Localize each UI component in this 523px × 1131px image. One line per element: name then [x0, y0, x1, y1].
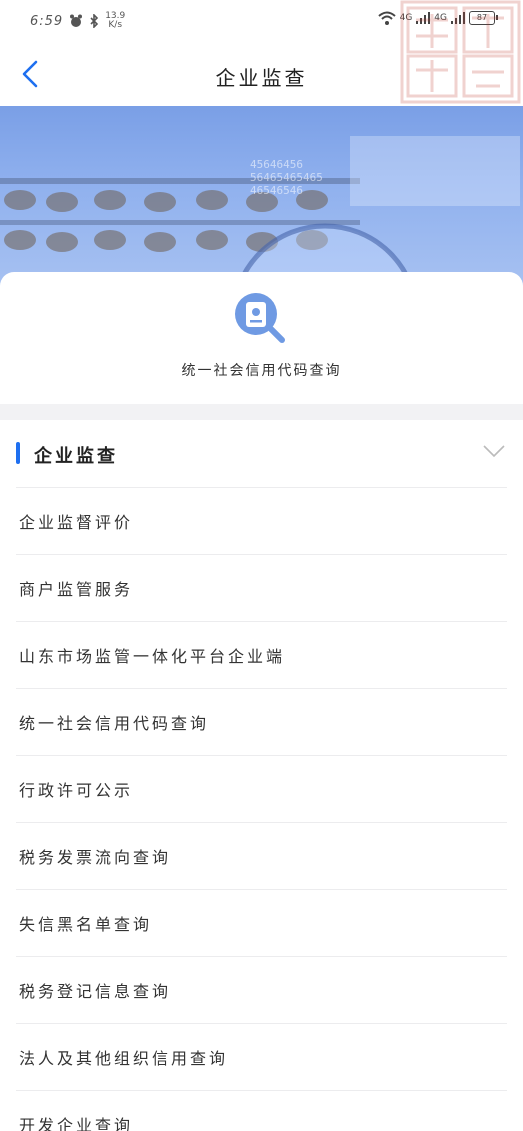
menu-item-credit-code-query[interactable]: 统一社会信用代码查询 [16, 688, 507, 755]
status-time: 6:59 [30, 13, 64, 29]
menu-item-developer-enterprise[interactable]: 开发企业查询 [16, 1090, 507, 1131]
menu-item-administrative-license[interactable]: 行政许可公示 [16, 755, 507, 822]
nav-bar: 企业监查 [0, 40, 523, 106]
document-illustration-icon [350, 136, 520, 206]
wifi-icon [377, 11, 396, 25]
section-divider [0, 404, 523, 420]
banner-image: 45646456 56465465465 46546546 [0, 106, 523, 296]
chevron-down-icon[interactable] [483, 444, 505, 458]
menu-item-legal-entity-credit[interactable]: 法人及其他组织信用查询 [16, 1023, 507, 1090]
banner-digit-line: 45646456 [250, 158, 303, 171]
menu-item-dishonest-blacklist[interactable]: 失信黑名单查询 [16, 889, 507, 956]
menu-item-enterprise-supervision-evaluation[interactable]: 企业监督评价 [16, 487, 507, 554]
credit-code-query-label[interactable]: 统一社会信用代码查询 [0, 360, 523, 380]
page-title: 企业监查 [215, 66, 308, 90]
menu-item-shandong-market-platform[interactable]: 山东市场监管一体化平台企业端 [16, 621, 507, 688]
network-speed: 13.9 K/s [105, 12, 125, 30]
bluetooth-icon [90, 14, 99, 28]
query-card: 统一社会信用代码查询 [0, 272, 523, 404]
section-accent-bar [16, 442, 20, 464]
banner-digit-line: 46546546 [250, 184, 303, 197]
section-title: 企业监查 [34, 446, 118, 467]
banner-digits: 45646456 56465465465 46546546 [250, 158, 323, 197]
menu-item-tax-invoice-flow[interactable]: 税务发票流向查询 [16, 822, 507, 889]
menu-item-tax-registration[interactable]: 税务登记信息查询 [16, 956, 507, 1023]
menu-list: 企业监督评价 商户监管服务 山东市场监管一体化平台企业端 统一社会信用代码查询 … [16, 487, 507, 1131]
alarm-icon [70, 14, 83, 27]
status-left: 6:59 13.9 K/s [30, 12, 125, 30]
speed-unit: K/s [108, 20, 123, 30]
menu-item-merchant-supervision-service[interactable]: 商户监管服务 [16, 554, 507, 621]
section-header[interactable]: 企业监查 [0, 420, 523, 488]
search-document-icon [235, 293, 285, 343]
banner-digit-line: 56465465465 [250, 171, 323, 184]
credit-code-query-button[interactable] [232, 290, 290, 346]
